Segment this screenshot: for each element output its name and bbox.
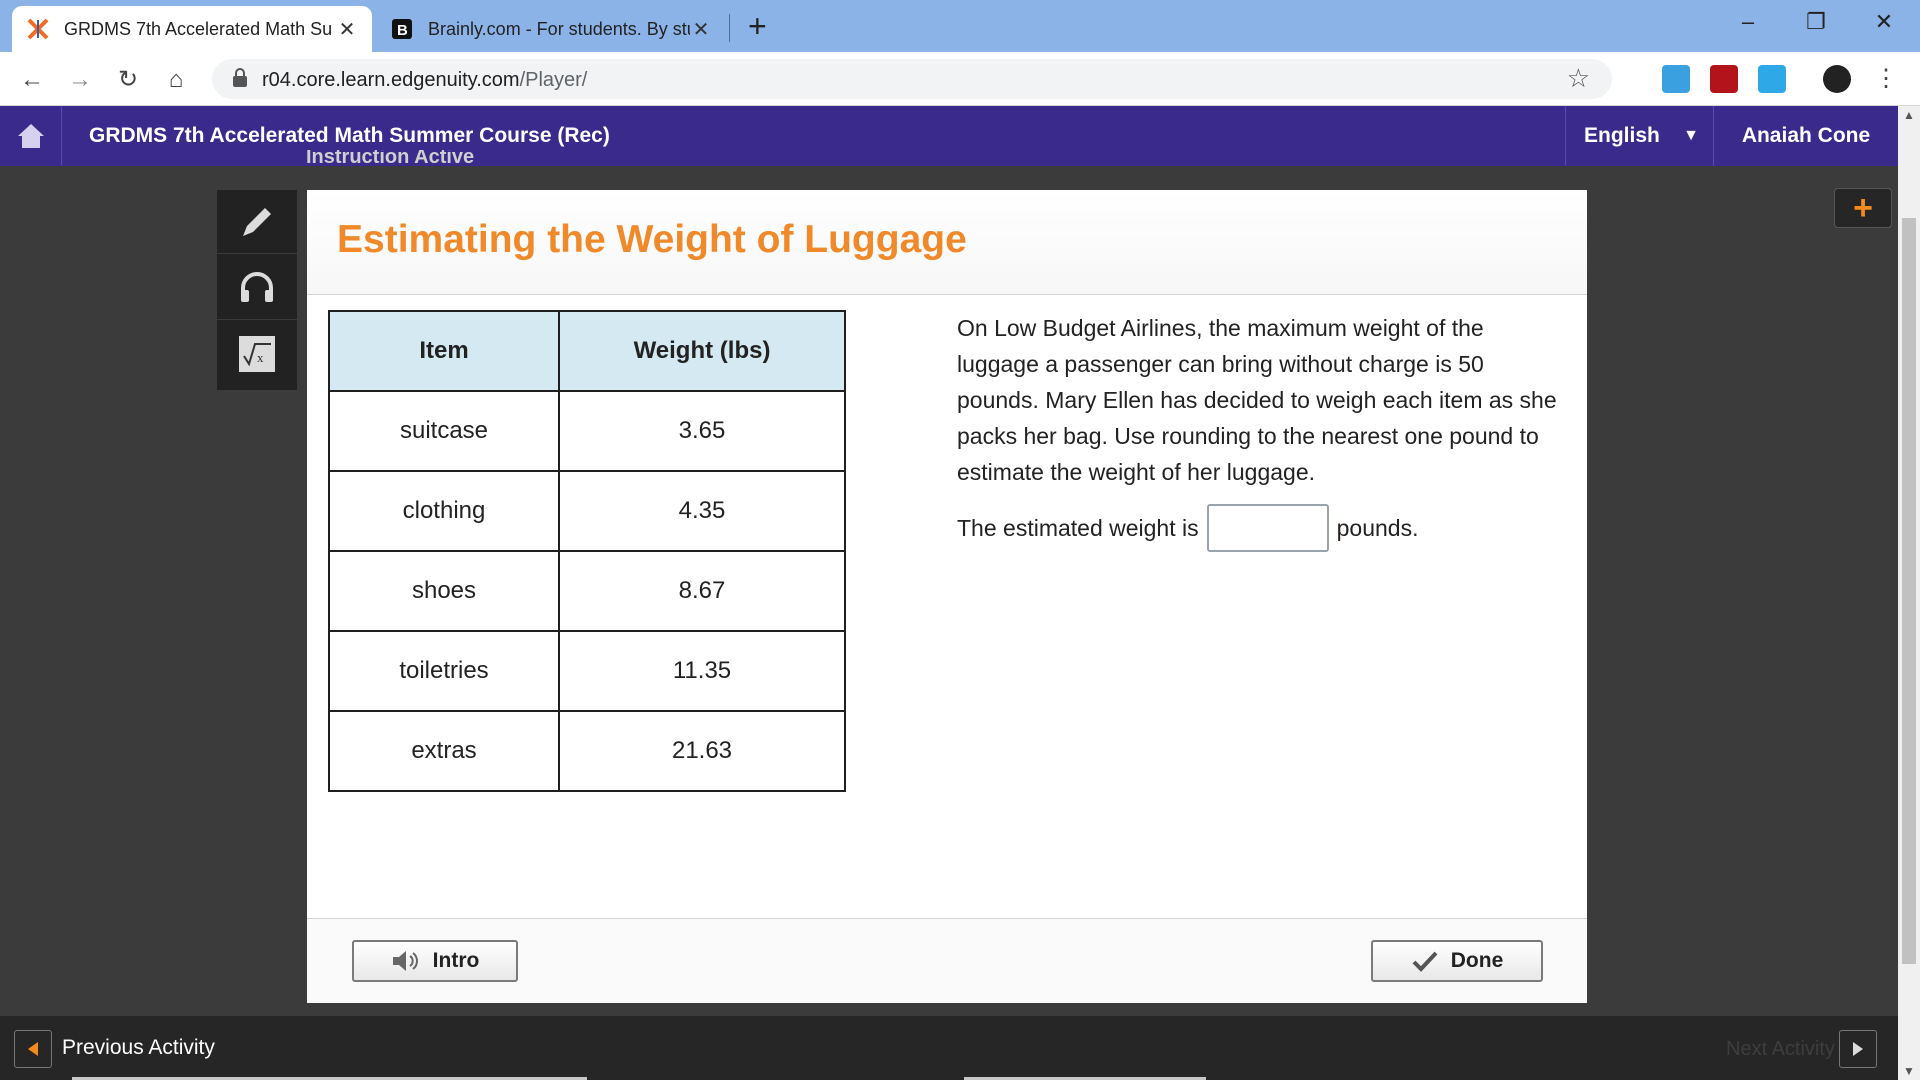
forward-icon[interactable]: →: [64, 64, 96, 96]
bookmark-star-icon[interactable]: ☆: [1567, 63, 1590, 94]
scroll-down-icon[interactable]: ▼: [1898, 1064, 1920, 1078]
tab-separator: [729, 14, 730, 42]
scroll-up-icon[interactable]: ▲: [1898, 108, 1920, 122]
done-button[interactable]: Done: [1371, 940, 1543, 982]
speaker-icon: [391, 948, 421, 974]
course-title: GRDMS 7th Accelerated Math Summer Course…: [89, 124, 610, 147]
answer-row: The estimated weight is pounds.: [957, 504, 1418, 552]
tool-palette: x: [217, 190, 297, 390]
browser-menu-icon[interactable]: ⋮: [1870, 63, 1902, 95]
arrow-right-icon: [1853, 1042, 1863, 1056]
table-header-row: Item Weight (lbs): [328, 310, 846, 392]
partially-hidden-nav-text: Instruction Active: [306, 150, 475, 168]
table-header-weight: Weight (lbs): [558, 310, 846, 392]
luggage-table: Item Weight (lbs) suitcase 3.65 clothing…: [328, 310, 846, 792]
question-text: On Low Budget Airlines, the maximum weig…: [957, 315, 1557, 485]
acrobat-extension-icon[interactable]: [1710, 65, 1738, 93]
expand-plus-button[interactable]: +: [1834, 188, 1892, 228]
table-row: shoes 8.67: [328, 550, 846, 632]
checkmark-icon: [1411, 949, 1439, 973]
headphones-icon: [241, 271, 273, 302]
tab-title: GRDMS 7th Accelerated Math Su: [64, 18, 333, 39]
minimize-icon[interactable]: –: [1718, 4, 1778, 40]
table-header-item: Item: [328, 310, 560, 392]
back-icon[interactable]: ←: [16, 64, 48, 96]
table-cell-item: suitcase: [328, 390, 560, 472]
previous-activity-label[interactable]: Previous Activity: [62, 1036, 215, 1060]
house-icon: [17, 124, 44, 148]
profile-avatar-icon[interactable]: [1823, 65, 1851, 93]
table-row: suitcase 3.65: [328, 390, 846, 472]
pencil-icon: [243, 207, 271, 236]
square-root-icon: x: [239, 336, 275, 372]
table-row: toiletries 11.35: [328, 630, 846, 712]
edgenuity-x-icon: [26, 17, 50, 41]
chevron-down-icon: ▼: [1683, 127, 1699, 144]
table-cell-weight: 21.63: [558, 710, 846, 792]
table-row: extras 21.63: [328, 710, 846, 792]
url-text: r04.core.learn.edgenuity.com/Player/: [262, 69, 588, 91]
table-cell-item: clothing: [328, 470, 560, 552]
arrow-left-icon: [28, 1042, 38, 1056]
browser-tabstrip: GRDMS 7th Accelerated Math Su ✕ B Brainl…: [0, 0, 1920, 52]
extension-icon[interactable]: [1758, 65, 1786, 93]
page-scrollbar[interactable]: ▲ ▼: [1898, 106, 1920, 1080]
table-cell-weight: 8.67: [558, 550, 846, 632]
table-cell-weight: 3.65: [558, 390, 846, 472]
intro-button[interactable]: Intro: [352, 940, 518, 982]
language-label: English: [1584, 124, 1660, 147]
svg-text:B: B: [397, 22, 408, 39]
home-icon[interactable]: ⌂: [160, 64, 192, 96]
answer-prefix: The estimated weight is: [957, 514, 1199, 541]
lock-icon: [232, 68, 248, 93]
window-close-icon[interactable]: ✕: [1854, 4, 1914, 40]
next-activity-label[interactable]: Next Activity: [1726, 1038, 1835, 1061]
scrollbar-thumb[interactable]: [1902, 218, 1916, 964]
address-bar[interactable]: r04.core.learn.edgenuity.com/Player/ ☆: [212, 59, 1612, 99]
browser-tab-brainly[interactable]: B Brainly.com - For students. By stu ✕: [376, 6, 726, 52]
tab-title: Brainly.com - For students. By stu: [428, 18, 690, 39]
next-activity-button[interactable]: [1839, 1030, 1877, 1068]
answer-suffix: pounds.: [1336, 514, 1419, 541]
user-name[interactable]: Anaiah Cone: [1713, 106, 1898, 166]
close-icon[interactable]: ✕: [336, 17, 358, 42]
estimated-weight-input[interactable]: [1206, 504, 1329, 552]
table-cell-weight: 11.35: [558, 630, 846, 712]
language-selector[interactable]: English ▼: [1565, 106, 1713, 166]
cloud-extension-icon[interactable]: [1662, 65, 1690, 93]
activity-navigation-bar: Previous Activity Next Activity: [0, 1016, 1898, 1080]
activity-header: Estimating the Weight of Luggage: [307, 190, 1587, 295]
pencil-tool-button[interactable]: [217, 190, 297, 254]
browser-tab-edgenuity[interactable]: GRDMS 7th Accelerated Math Su ✕: [12, 6, 372, 52]
course-header: GRDMS 7th Accelerated Math Summer Course…: [0, 106, 1898, 166]
activity-panel: Estimating the Weight of Luggage Item We…: [307, 190, 1587, 1003]
restore-icon[interactable]: ❐: [1786, 4, 1846, 40]
audio-tool-button[interactable]: [217, 256, 297, 320]
table-row: clothing 4.35: [328, 470, 846, 552]
previous-activity-button[interactable]: [14, 1030, 52, 1068]
close-icon[interactable]: ✕: [690, 17, 712, 42]
svg-text:x: x: [257, 350, 264, 365]
brainly-b-icon: B: [390, 17, 414, 41]
intro-label: Intro: [432, 949, 480, 972]
activity-title: Estimating the Weight of Luggage: [337, 218, 967, 261]
new-tab-icon[interactable]: +: [748, 8, 767, 44]
table-cell-item: extras: [328, 710, 560, 792]
calculator-tool-button[interactable]: x: [217, 322, 297, 386]
activity-footer: Intro Done: [307, 918, 1587, 1003]
course-home-button[interactable]: [0, 106, 62, 166]
table-cell-item: toiletries: [328, 630, 560, 712]
table-cell-item: shoes: [328, 550, 560, 632]
browser-toolbar: ← → ↻ ⌂ r04.core.learn.edgenuity.com/Pla…: [0, 52, 1920, 106]
done-label: Done: [1450, 949, 1504, 972]
reload-icon[interactable]: ↻: [112, 64, 144, 96]
table-cell-weight: 4.35: [558, 470, 846, 552]
